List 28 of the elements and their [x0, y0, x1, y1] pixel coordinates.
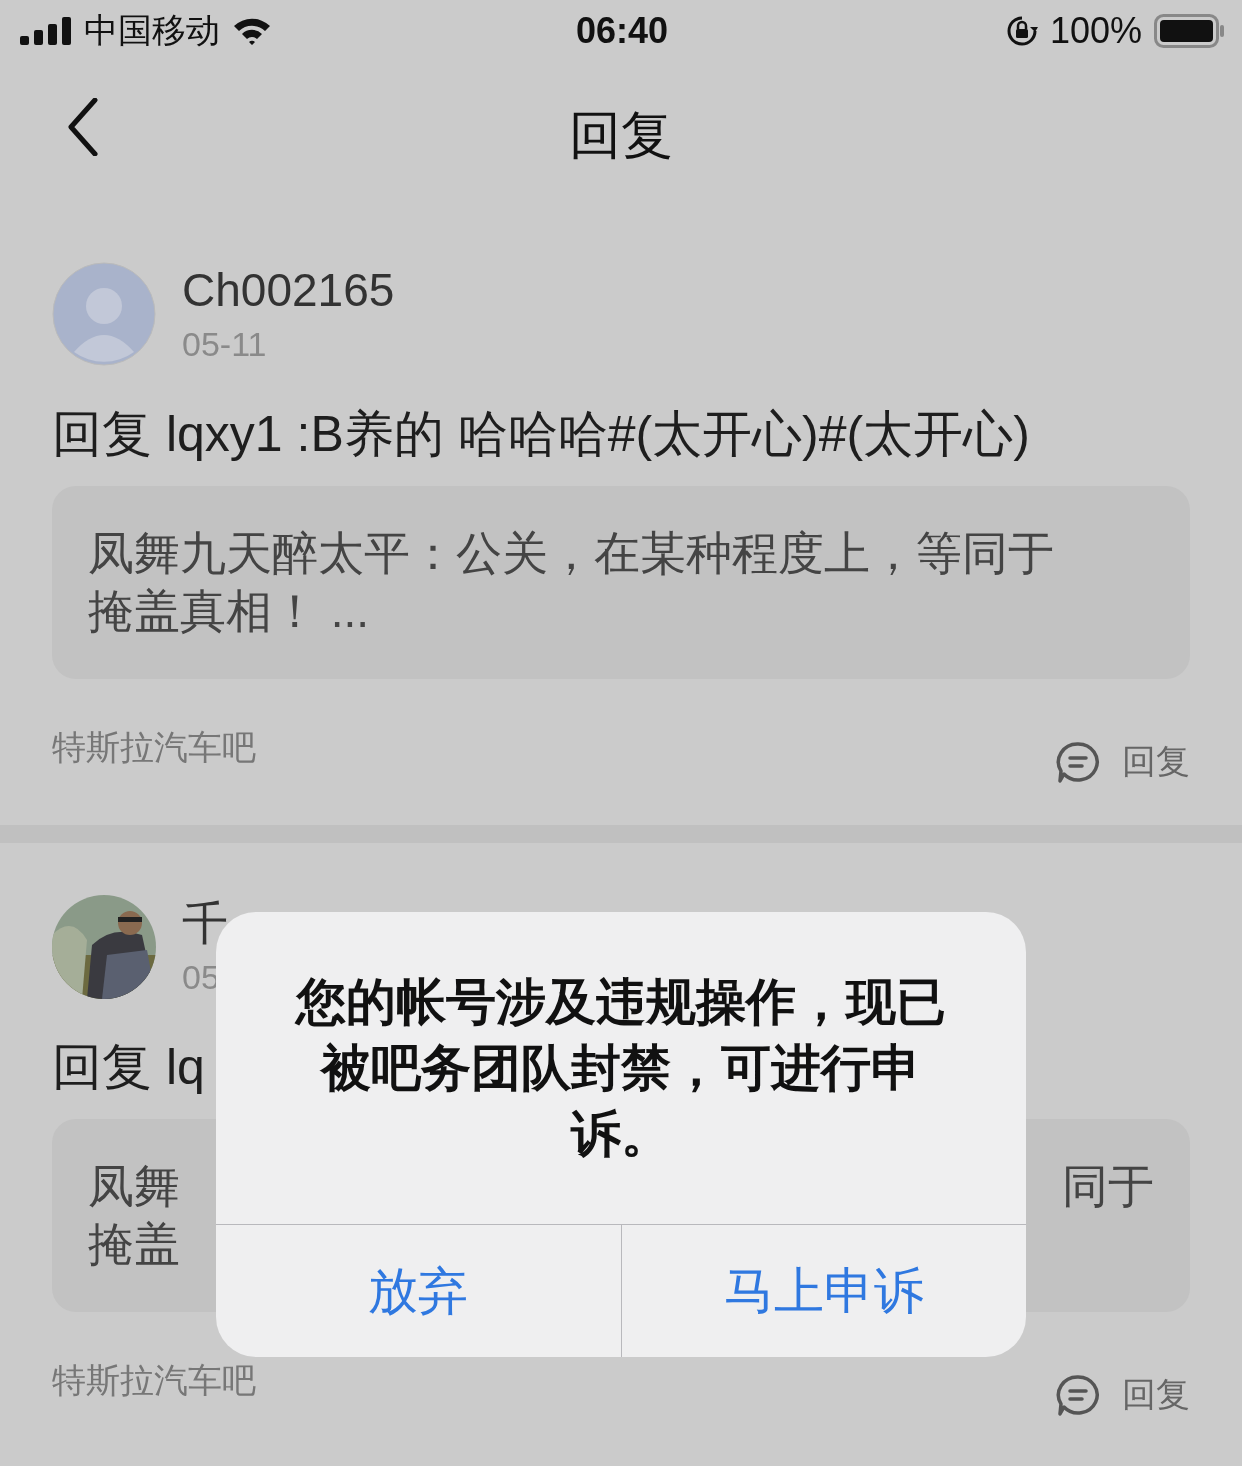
forum-name[interactable]: 特斯拉汽车吧	[52, 725, 256, 771]
reply-text: 回复 lq	[52, 1038, 205, 1097]
wifi-icon	[232, 16, 272, 46]
battery-icon	[1154, 14, 1224, 48]
rotation-lock-icon	[1005, 15, 1038, 47]
quote-text: 掩盖真相！ ...	[88, 584, 371, 639]
carrier-name: 中国移动	[84, 10, 220, 51]
alert-message: 您的帐号涉及违规操作，现已被吧务团队封禁，可进行申诉。	[293, 973, 947, 1164]
quote-text: 凤舞	[88, 1159, 180, 1214]
quoted-post[interactable]: 凤舞九天醉太平：公关，在某种程度上，等同于 掩盖真相！ ...	[52, 486, 1190, 679]
back-icon[interactable]	[68, 98, 98, 156]
quote-text: 凤舞九天醉太平：公关，在某种程度上，等同于	[88, 526, 1054, 581]
reply-button[interactable]: 回复	[1056, 1372, 1190, 1418]
reply-button[interactable]: 回复	[1056, 739, 1190, 785]
reply-text: 回复 lqxy1 :B养的 哈哈哈#(太开心)#(太开心)	[52, 405, 1030, 464]
battery-percent: 100%	[1049, 10, 1142, 52]
quote-text: 掩盖	[88, 1217, 180, 1272]
status-time: 06:40	[575, 10, 669, 52]
quote-text: 同于	[1062, 1159, 1154, 1214]
dialog-button[interactable]: 放弃	[216, 1225, 621, 1357]
comment-icon	[1056, 1374, 1100, 1416]
signal-icon	[20, 17, 72, 45]
forum-name[interactable]: 特斯拉汽车吧	[52, 1358, 256, 1404]
username[interactable]: Ch002165	[182, 262, 395, 318]
comment-icon	[1056, 741, 1100, 783]
dialog-button[interactable]: 马上申诉	[620, 1225, 1026, 1357]
post-date: 05-11	[182, 324, 268, 365]
page-title: 回复	[569, 105, 673, 166]
